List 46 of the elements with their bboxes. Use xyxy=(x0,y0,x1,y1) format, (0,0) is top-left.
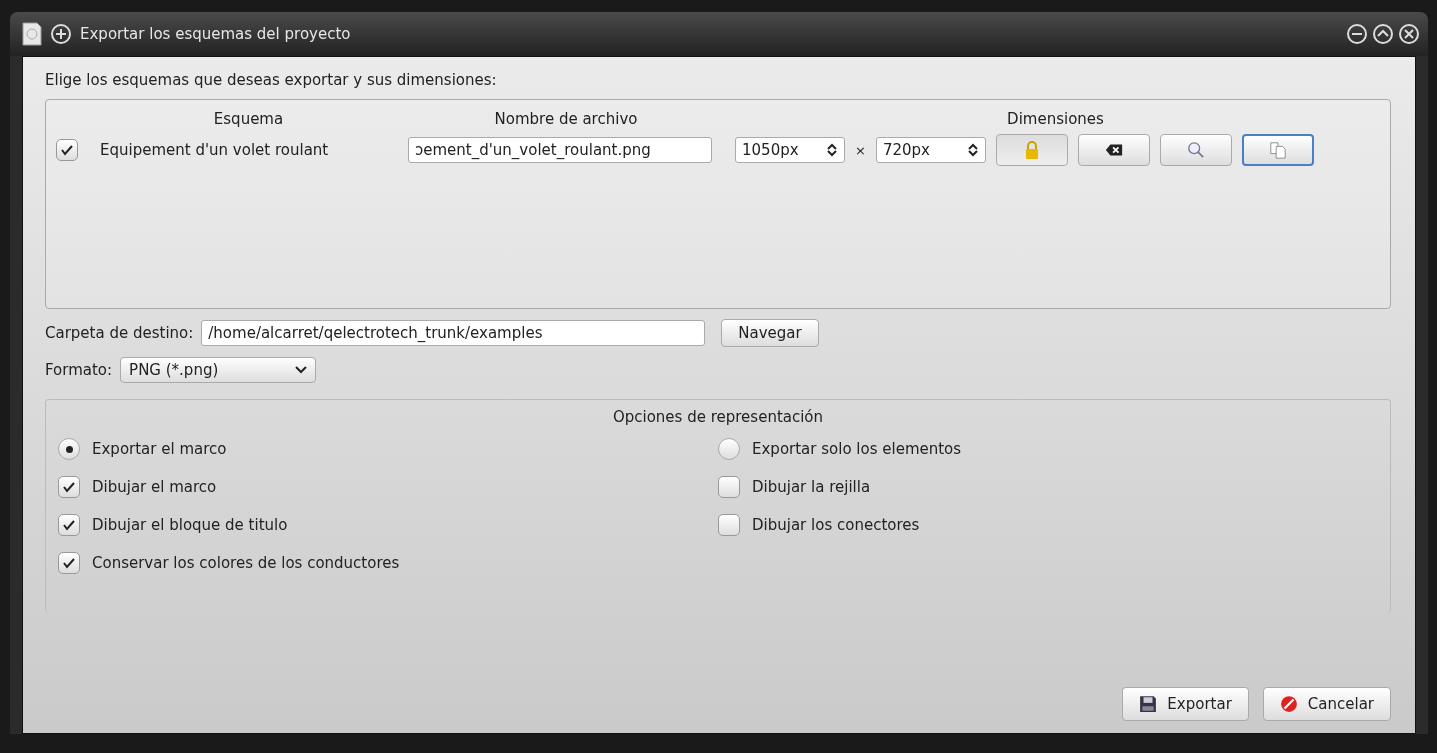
document-icon xyxy=(22,22,42,46)
height-spinbox[interactable]: 720px xyxy=(875,137,986,163)
format-dropdown[interactable]: PNG (*.png) xyxy=(120,357,317,383)
option-label: Dibujar los conectores xyxy=(752,516,920,534)
option-label: Dibujar la rejilla xyxy=(752,478,871,496)
cancel-button[interactable]: Cancelar xyxy=(1262,687,1391,721)
width-spinbox[interactable]: 1050px xyxy=(735,137,845,163)
window-title: Exportar los esquemas del proyecto xyxy=(80,25,352,43)
up-down-arrows-icon[interactable] xyxy=(966,142,979,158)
option-label: Dibujar el marco xyxy=(92,478,217,496)
checkbox[interactable] xyxy=(718,476,740,498)
export-button[interactable]: Exportar xyxy=(1122,687,1249,721)
checkbox[interactable] xyxy=(56,139,78,161)
radio-button[interactable] xyxy=(718,438,740,460)
plus-circle-icon[interactable] xyxy=(50,23,72,45)
filename-field[interactable]: ɔement_d'un_volet_roulant.png xyxy=(408,137,712,163)
format-label: Formato: xyxy=(45,361,113,379)
minimize-icon[interactable] xyxy=(1346,23,1368,45)
folder-path-field[interactable]: /home/alcarret/qelectrotech_trunk/examples xyxy=(201,320,706,346)
stop-sign-icon xyxy=(1279,695,1298,713)
column-header: Esquema xyxy=(212,110,285,128)
option-label: Dibujar el bloque de titulo xyxy=(92,516,288,534)
option-label: Exportar el marco xyxy=(92,440,227,458)
close-icon[interactable] xyxy=(1398,23,1420,45)
times-sign: × xyxy=(855,142,866,158)
copy-icon xyxy=(1268,140,1287,160)
copy-button[interactable] xyxy=(1241,134,1314,166)
destination-label: Carpeta de destino: xyxy=(45,324,194,342)
option-label: Exportar solo los elementos xyxy=(752,440,962,458)
checkbox[interactable] xyxy=(58,476,80,498)
column-header: Dimensiones xyxy=(1006,110,1105,128)
radio-button[interactable] xyxy=(58,438,80,460)
checkbox[interactable] xyxy=(718,514,740,536)
magnifier-icon xyxy=(1186,140,1205,160)
option-label: Conservar los colores de los conductores xyxy=(92,554,400,572)
chevron-down-icon xyxy=(295,366,308,374)
instruction-text: Elige los esquemas que deseas exportar y sus dimensiones: xyxy=(45,71,498,89)
panel-title: Opciones de representación xyxy=(611,408,825,426)
clear-button[interactable] xyxy=(1077,134,1150,166)
maximize-icon[interactable] xyxy=(1372,23,1394,45)
checkbox[interactable] xyxy=(58,552,80,574)
up-down-arrows-icon[interactable] xyxy=(826,142,838,158)
browse-button[interactable]: Navegar xyxy=(721,319,819,347)
checkbox[interactable] xyxy=(58,514,80,536)
column-header: Nombre de archivo xyxy=(493,110,639,128)
diagram-name: Equipement d'un volet roulant xyxy=(99,141,330,159)
